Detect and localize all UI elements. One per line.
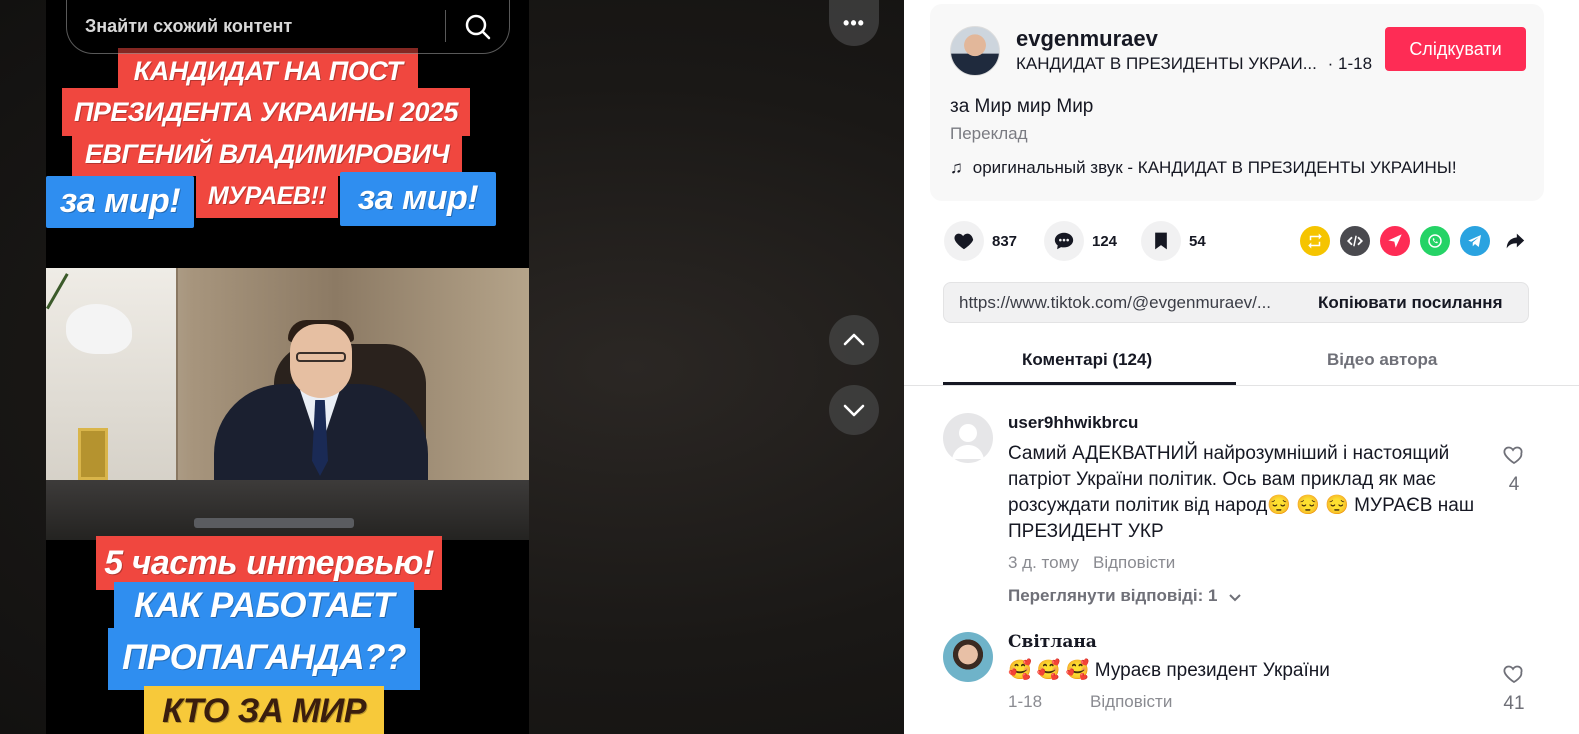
comment-like-button[interactable]: 4 xyxy=(1499,443,1529,496)
comment-time: 3 д. тому xyxy=(1008,553,1079,572)
caption-peace-left: за мир! xyxy=(46,176,194,228)
chevron-down-icon xyxy=(1229,593,1241,601)
post-info-card: evgenmuraev КАНДИДАТ В ПРЕЗИДЕНТЫ УКРАИ.… xyxy=(930,4,1544,201)
comment-action[interactable]: 124 xyxy=(1044,220,1117,262)
comment-text: Самий АДЕКВАТНИЙ найрозумніший і настоящ… xyxy=(1008,443,1475,542)
telegram-icon[interactable] xyxy=(1460,226,1490,256)
share-link-url[interactable]: https://www.tiktok.com/@evgenmuraev/... xyxy=(959,293,1271,313)
details-panel: evgenmuraev КАНДИДАТ В ПРЕЗИДЕНТЫ УКРАИ.… xyxy=(904,0,1579,734)
author-nickname: КАНДИДАТ В ПРЕЗИДЕНТЫ УКРАИ... xyxy=(1016,54,1317,73)
reply-button[interactable]: Відповісти xyxy=(1090,692,1172,711)
sound-link[interactable]: ♫ оригинальный звук - КАНДИДАТ В ПРЕЗИДЕН… xyxy=(950,158,1457,178)
comment-like-count: 41 xyxy=(1503,693,1525,714)
commenter-username[interactable]: Світлана xyxy=(1008,632,1097,652)
post-description: за Мир мир Мир xyxy=(950,96,1094,117)
copy-link-button[interactable]: Копіювати посилання xyxy=(1318,293,1503,313)
embed-icon[interactable] xyxy=(1340,226,1370,256)
tab-author-videos[interactable]: Відео автора xyxy=(1327,350,1437,370)
save-action[interactable]: 54 xyxy=(1141,220,1206,262)
comment-like-count: 4 xyxy=(1508,474,1520,495)
comment-meta: 1-18 Відповісти xyxy=(1008,692,1172,712)
view-replies-button[interactable]: Переглянути відповіді: 1 xyxy=(1008,586,1242,606)
share-arrow-icon[interactable] xyxy=(1500,226,1530,256)
commenter-avatar[interactable] xyxy=(943,413,993,463)
search-input[interactable]: Знайти схожий контент xyxy=(66,0,510,54)
search-icon[interactable] xyxy=(463,12,493,42)
heart-icon[interactable] xyxy=(944,221,984,261)
commenter-avatar[interactable] xyxy=(943,632,993,682)
comment-item: Світлана 🥰 🥰 🥰 Мураєв президент України … xyxy=(943,632,1543,732)
caption-propaganda: ПРОПАГАНДА?? xyxy=(108,628,420,690)
chevron-up-icon xyxy=(843,333,865,346)
whatsapp-icon[interactable] xyxy=(1420,226,1450,256)
save-count: 54 xyxy=(1189,232,1206,250)
sound-title: оригинальный звук - КАНДИДАТ В ПРЕЗИДЕНТ… xyxy=(972,158,1457,177)
like-action[interactable]: 837 xyxy=(944,220,1017,262)
video-still-image xyxy=(46,268,529,540)
search-divider xyxy=(445,10,446,42)
video-area[interactable]: КАНДИДАТ НА ПОСТ ПРЕЗИДЕНТА УКРАИНЫ 2025… xyxy=(0,0,904,734)
previous-video-button[interactable] xyxy=(829,315,879,365)
heart-outline-icon xyxy=(1503,446,1523,465)
caption-how-works: КАК РАБОТАЕТ xyxy=(114,582,414,632)
caption-line2: ПРЕЗИДЕНТА УКРАИНЫ 2025 xyxy=(62,88,470,136)
like-count: 837 xyxy=(992,232,1018,250)
author-subline: КАНДИДАТ В ПРЕЗИДЕНТЫ УКРАИ... · 1-18 xyxy=(1016,54,1372,74)
comment-text: 🥰 🥰 🥰 Мураєв президент України xyxy=(1008,660,1330,681)
comment-icon[interactable] xyxy=(1044,221,1084,261)
translate-link[interactable]: Переклад xyxy=(950,124,1028,144)
comment-meta: 3 д. тому Відповісти xyxy=(1008,553,1175,573)
reply-button[interactable]: Відповісти xyxy=(1093,553,1175,572)
caption-who-for-peace: КТО ЗА МИР xyxy=(144,686,384,734)
share-link-box: https://www.tiktok.com/@evgenmuraev/... … xyxy=(943,282,1529,323)
tabs-divider xyxy=(904,385,1579,386)
chevron-down-icon xyxy=(843,404,865,417)
caption-surname: МУРАЕВ!! xyxy=(196,174,338,218)
comment-time: 1-18 xyxy=(1008,692,1043,711)
more-icon: ••• xyxy=(843,12,865,33)
caption-peace-right: за мир! xyxy=(340,172,496,226)
commenter-username[interactable]: user9hhwikbrcu xyxy=(1008,413,1138,433)
caption-line3: ЕВГЕНИЙ ВЛАДИМИРОВИЧ xyxy=(72,132,462,176)
author-username[interactable]: evgenmuraev xyxy=(1016,26,1158,52)
comment-like-button[interactable]: 41 xyxy=(1499,662,1529,715)
icon-frame-image xyxy=(78,428,108,480)
next-video-button[interactable] xyxy=(829,385,879,435)
bookmark-icon[interactable] xyxy=(1141,221,1181,261)
view-replies-label: Переглянути відповіді: 1 xyxy=(1008,586,1218,605)
author-avatar[interactable] xyxy=(950,26,1000,76)
music-note-icon: ♫ xyxy=(950,158,963,177)
search-placeholder: Знайти схожий контент xyxy=(85,16,293,36)
tab-comments[interactable]: Коментарі (124) xyxy=(1022,350,1152,370)
repost-icon[interactable] xyxy=(1300,226,1330,256)
post-date: · 1-18 xyxy=(1327,54,1373,73)
send-icon[interactable] xyxy=(1380,226,1410,256)
more-options-button[interactable]: ••• xyxy=(829,0,879,46)
heart-outline-icon xyxy=(1503,665,1523,684)
follow-button[interactable]: Слідкувати xyxy=(1385,27,1526,71)
comment-item: user9hhwikbrcu Самий АДЕКВАТНИЙ найрозум… xyxy=(943,413,1543,613)
comment-count: 124 xyxy=(1092,232,1118,250)
